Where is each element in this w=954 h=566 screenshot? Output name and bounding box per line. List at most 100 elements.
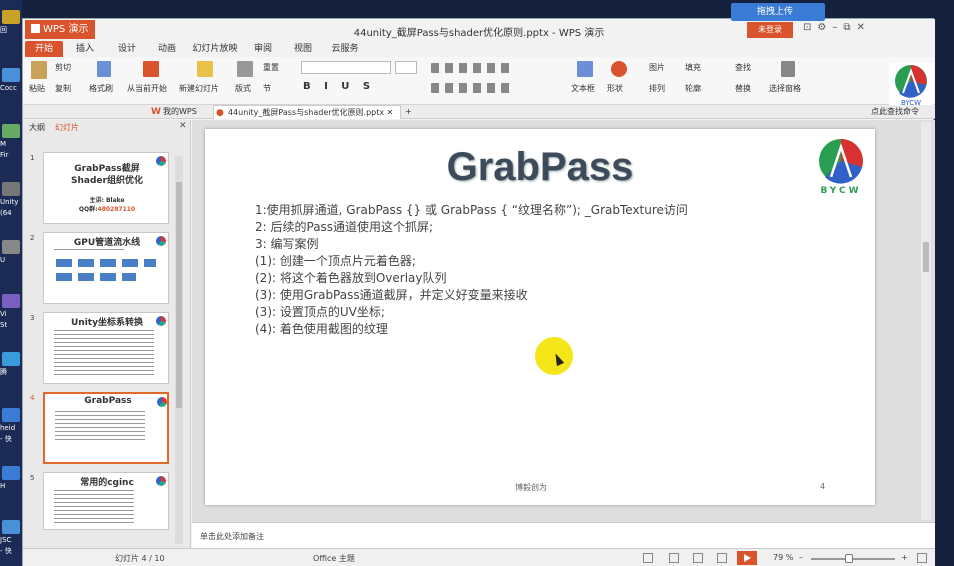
new-tab-button[interactable]: + [401,105,417,119]
section-button[interactable]: 节 [263,83,271,94]
slide-thumbnail-3[interactable]: Unity坐标系转换 [43,312,169,384]
desktop-icon[interactable] [2,124,20,138]
login-button[interactable]: 未登录 [747,22,793,38]
paste-button[interactable]: 粘贴 [29,83,45,94]
layout-icon[interactable] [237,61,253,77]
slide-counter: 幻灯片 4 / 10 [115,554,165,563]
slide-text-line[interactable]: (3): 使用GrabPass通道截屏，并定义好变量来接收 [255,286,528,303]
tab-cloud[interactable]: 云服务 [325,41,365,57]
slideshow-icon[interactable] [143,61,159,77]
new-slide-button[interactable]: 新建幻灯片 [179,83,219,94]
font-style-buttons[interactable]: B I U S [303,81,375,92]
slide-text-line[interactable]: 2: 后续的Pass通道使用这个抓屏; [255,218,433,235]
tab-outline[interactable]: 大纲 [29,122,45,133]
reading-view-icon[interactable] [717,553,727,563]
zoom-slider[interactable] [811,558,895,560]
shape-icon[interactable] [611,61,627,77]
textbox-button[interactable]: 文本框 [571,83,595,94]
select-pane-button[interactable]: 选择窗格 [769,83,801,94]
window-controls[interactable]: ⊡⚙–⧉✕ [803,22,871,33]
scrollbar-thumb[interactable] [923,242,929,272]
canvas-scrollbar[interactable] [921,122,931,520]
zoom-slider-handle[interactable] [844,554,853,563]
slide-thumbnail-5[interactable]: 常用的cginc [43,472,169,530]
close-icon[interactable]: ✕ [857,22,871,33]
slide-thumbnail-2[interactable]: GPU管道流水线 [43,232,169,304]
restore-icon[interactable]: ⧉ [843,22,856,33]
wps-icon: W [151,107,161,117]
panel-scrollbar[interactable] [175,156,183,544]
slide-text-line[interactable]: (3): 设置顶点的UV坐标; [255,303,385,320]
scrollbar-thumb[interactable] [176,182,182,408]
tab-view[interactable]: 视图 [287,41,319,57]
minimize-icon[interactable]: – [832,22,843,33]
slide-text-line[interactable]: 1:使用抓屏通道, GrabPass {} 或 GrabPass { “纹理名称… [255,201,688,218]
outline-button[interactable]: 轮廓 [685,83,701,94]
cut-button[interactable]: 剪切 [55,62,71,73]
play-slideshow-button[interactable] [737,551,757,565]
slide-thumbnail-4[interactable]: GrabPass [43,392,169,464]
from-current-button[interactable]: 从当前开始 [127,83,167,94]
slide-text-line[interactable]: (2): 将这个着色器放到Overlay队列 [255,269,447,286]
status-bar: 幻灯片 4 / 10 Office 主题 79 % – + [23,548,935,566]
desktop-icon[interactable] [2,352,20,366]
notes-placeholder[interactable]: 单击此处添加备注 [200,531,264,542]
slide-thumbnail-1[interactable]: GrabPass截屏 Shader组织优化 主讲: Blake QQ群:4802… [43,152,169,224]
format-painter-icon[interactable] [97,61,111,77]
desktop-icon[interactable] [2,466,20,480]
tab-insert[interactable]: 插入 [69,41,101,57]
replace-button[interactable]: 替换 [735,83,751,94]
paragraph-tools-icon[interactable] [431,63,511,73]
tab-slides[interactable]: 幻灯片 [55,122,79,133]
desktop-icon[interactable] [2,182,20,196]
tab-current-document[interactable]: ● 44unity_截屏Pass与shader优化原则.pptx ✕ [213,105,401,119]
normal-view-icon[interactable] [669,553,679,563]
sorter-view-icon[interactable] [693,553,703,563]
cloud-upload-button[interactable]: 拖拽上传 [731,3,825,21]
find-button[interactable]: 查找 [735,62,751,73]
comment-icon[interactable] [643,553,653,563]
slide-text-line[interactable]: (1): 创建一个顶点片元着色器; [255,252,416,269]
textbox-icon[interactable] [577,61,593,77]
slide-title[interactable]: GrabPass [205,145,875,190]
find-command-input[interactable]: 点此查找命令 [871,105,919,119]
desktop-icon[interactable] [2,68,20,82]
desktop-icon[interactable] [2,294,20,308]
font-size-select[interactable] [395,61,417,74]
select-pane-icon[interactable] [781,61,795,77]
fit-window-icon[interactable] [917,553,927,563]
settings-icon[interactable]: ⚙ [817,22,832,33]
tab-home[interactable]: 开始 [25,41,63,57]
new-slide-icon[interactable] [197,61,213,77]
zoom-out-icon[interactable]: – [799,553,803,562]
thumb-text-block [54,329,154,375]
tab-slideshow[interactable]: 幻灯片放映 [189,41,241,57]
desktop-icon[interactable] [2,240,20,254]
align-tools-icon[interactable] [431,83,511,93]
zoom-in-icon[interactable]: + [901,553,908,562]
copy-button[interactable]: 复制 [55,83,71,94]
tab-design[interactable]: 设计 [111,41,143,57]
desktop-icon[interactable] [2,408,20,422]
font-name-select[interactable] [301,61,391,74]
desktop-label: Cocc [0,84,17,92]
arrange-button[interactable]: 排列 [649,83,665,94]
current-slide[interactable]: GrabPass BYCW 1:使用抓屏通道, GrabPass {} 或 Gr… [205,129,875,505]
fill-button[interactable]: 填充 [685,62,701,73]
format-painter-button[interactable]: 格式刷 [89,83,113,94]
slide-text-line[interactable]: (4): 着色使用截图的纹理 [255,320,388,337]
notes-pane[interactable]: 单击此处添加备注 [192,522,935,548]
layout-button[interactable]: 版式 [235,83,251,94]
skin-icon[interactable]: ⊡ [803,22,817,33]
shape-button[interactable]: 形状 [607,83,623,94]
reset-button[interactable]: 重置 [263,62,279,73]
tab-review[interactable]: 审阅 [247,41,279,57]
paste-icon[interactable] [31,61,47,79]
desktop-icon[interactable] [2,10,20,24]
tab-animation[interactable]: 动画 [151,41,183,57]
slide-text-line[interactable]: 3: 编写案例 [255,235,319,252]
close-panel-icon[interactable]: ✕ [179,121,187,131]
picture-button[interactable]: 图片 [649,62,665,73]
desktop-icon[interactable] [2,520,20,534]
tab-my-wps[interactable]: W 我的WPS [149,105,221,119]
